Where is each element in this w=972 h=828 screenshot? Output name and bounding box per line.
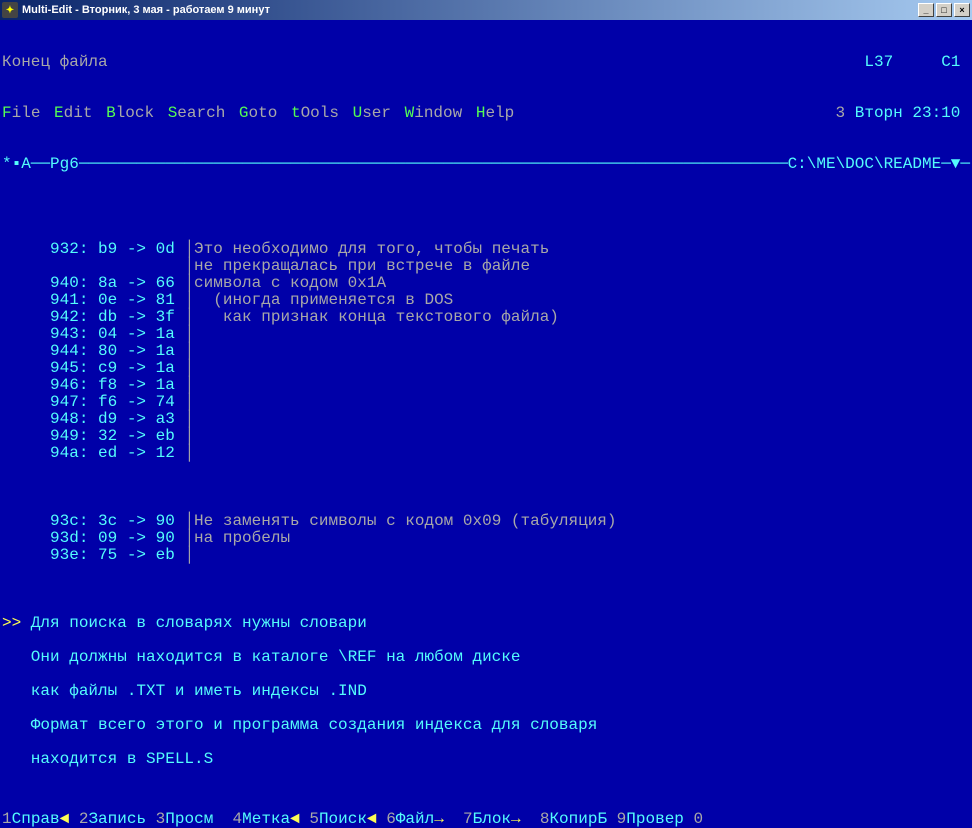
editor-content[interactable]: 932: b9 -> 0d │Это необходимо для того, … bbox=[0, 224, 972, 828]
hex-row: 932: b9 -> 0d │Это необходимо для того, … bbox=[2, 241, 970, 258]
fkey-2[interactable]: 2Запись bbox=[79, 811, 156, 828]
hex-row: 943: 04 -> 1a │ bbox=[2, 326, 970, 343]
hex-row: 948: d9 -> a3 │ bbox=[2, 411, 970, 428]
hex-row: 940: 8a -> 66 │символа с кодом 0x1A bbox=[2, 275, 970, 292]
fkey-3[interactable]: 3Просм bbox=[156, 811, 233, 828]
section-marker: >> bbox=[2, 614, 21, 632]
hex-row: 949: 32 -> eb │ bbox=[2, 428, 970, 445]
close-button[interactable]: × bbox=[954, 3, 970, 17]
menu-item-file[interactable]: File bbox=[2, 104, 40, 122]
hex-row: 93d: 09 -> 90 │на пробелы bbox=[2, 530, 970, 547]
menu-item-search[interactable]: Search bbox=[168, 104, 226, 122]
minimize-button[interactable]: _ bbox=[918, 3, 934, 17]
line-indicator: L37 bbox=[864, 53, 893, 71]
menu-item-block[interactable]: Block bbox=[106, 104, 154, 122]
hex-row: │не прекращалась при встрече в файле bbox=[2, 258, 970, 275]
fkey-8[interactable]: 8КопирБ bbox=[540, 811, 617, 828]
fkey-7[interactable]: 7Блок→ bbox=[463, 811, 540, 828]
function-key-bar[interactable]: 1Справ◄ 2Запись 3Просм 4Метка◄ 5Поиск◄ 6… bbox=[0, 811, 972, 828]
editor-screen: Конец файла L37 C1 File Edit Block Search… bbox=[0, 20, 972, 828]
maximize-button[interactable]: □ bbox=[936, 3, 952, 17]
fkey-9[interactable]: 9Провер bbox=[617, 811, 694, 828]
fkey-0[interactable]: 0 bbox=[694, 811, 771, 828]
hex-row: 94a: ed -> 12 │ bbox=[2, 445, 970, 462]
title-text: Multi-Edit - Вторник, 3 мая - работаем 9… bbox=[22, 4, 270, 16]
menu-item-tOols[interactable]: tOols bbox=[291, 104, 339, 122]
status-line: Конец файла L37 C1 bbox=[0, 54, 972, 71]
menu-bar[interactable]: File Edit Block Search Goto tOols User W… bbox=[0, 105, 972, 122]
page-indicator: *▪A──Pg6 bbox=[2, 156, 79, 173]
hex-row: 944: 80 -> 1a │ bbox=[2, 343, 970, 360]
menu-item-window[interactable]: Window bbox=[405, 104, 463, 122]
titlebar[interactable]: ✦ Multi-Edit - Вторник, 3 мая - работаем… bbox=[0, 0, 972, 20]
col-indicator: C1 bbox=[941, 53, 960, 71]
hex-row: 942: db -> 3f │ как признак конца тексто… bbox=[2, 309, 970, 326]
hex-row: 941: 0e -> 81 │ (иногда применяется в DO… bbox=[2, 292, 970, 309]
hex-row: 93c: 3c -> 90 │Не заменять символы с код… bbox=[2, 513, 970, 530]
menu-item-edit[interactable]: Edit bbox=[54, 104, 92, 122]
app-icon: ✦ bbox=[2, 2, 18, 18]
clock: 3 Вторн 23:10 bbox=[836, 105, 970, 122]
scroll-indicator: ─▼─ bbox=[941, 156, 970, 173]
menu-item-help[interactable]: Help bbox=[476, 104, 514, 122]
fkey-1[interactable]: 1Справ◄ bbox=[2, 811, 79, 828]
file-path: C:\ME\DOC\README bbox=[788, 156, 942, 173]
status-text: Конец файла bbox=[2, 54, 108, 71]
hex-row: 945: c9 -> 1a │ bbox=[2, 360, 970, 377]
menu-item-goto[interactable]: Goto bbox=[239, 104, 277, 122]
hex-row: 947: f6 -> 74 │ bbox=[2, 394, 970, 411]
fkey-5[interactable]: 5Поиск◄ bbox=[309, 811, 386, 828]
hex-row: 946: f8 -> 1a │ bbox=[2, 377, 970, 394]
fkey-4[interactable]: 4Метка◄ bbox=[233, 811, 310, 828]
menu-item-user[interactable]: User bbox=[353, 104, 391, 122]
filepath-line: *▪A──Pg6────────────────────────────────… bbox=[0, 156, 972, 173]
app-window: ✦ Multi-Edit - Вторник, 3 мая - работаем… bbox=[0, 0, 972, 828]
hex-row: 93e: 75 -> eb │ bbox=[2, 547, 970, 564]
fkey-6[interactable]: 6Файл→ bbox=[386, 811, 463, 828]
